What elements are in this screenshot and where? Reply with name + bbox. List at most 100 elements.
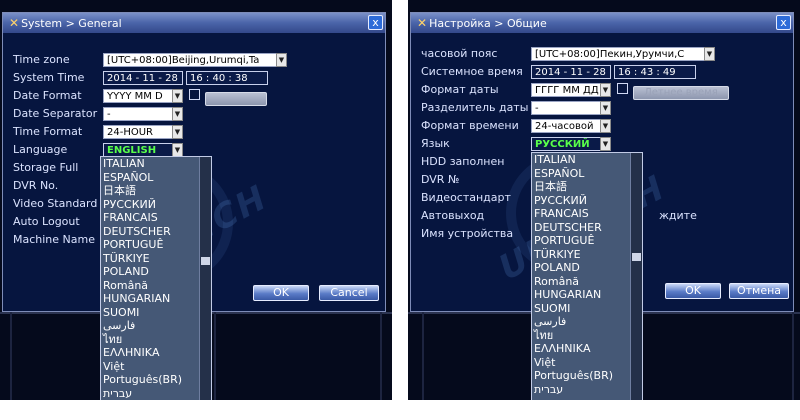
language-option[interactable]: ITALIAN [101, 157, 211, 171]
scrollbar-thumb[interactable] [201, 257, 210, 265]
language-option[interactable]: Việt [532, 356, 642, 370]
language-option[interactable]: ΕΛΛΗΝΙΚΑ [101, 346, 211, 360]
language-option[interactable]: עברית [101, 387, 211, 401]
language-option[interactable]: POLAND [101, 265, 211, 279]
close-icon[interactable]: x [368, 15, 383, 30]
scrollbar[interactable] [630, 153, 642, 400]
scrollbar-thumb[interactable] [632, 253, 641, 261]
grid-line [422, 312, 424, 400]
language-option[interactable]: فارسی [101, 319, 211, 333]
language-option[interactable]: PORTUGUÊ [532, 234, 642, 248]
title-bar: ✕ Настройка > Общие [411, 13, 793, 33]
dst-button[interactable] [205, 92, 267, 106]
row-language: Язык РУССКИЙ ▼ [421, 136, 791, 152]
label-video-standard: Video Standard [13, 197, 98, 210]
cancel-button[interactable]: Отмена [729, 283, 789, 299]
time-format-select[interactable]: 24-часовой [531, 119, 601, 133]
language-option[interactable]: ESPAÑOL [101, 171, 211, 185]
language-option[interactable]: فارسی [532, 315, 642, 329]
time-format-select[interactable]: 24-HOUR [103, 125, 173, 139]
label-time-zone: часовой пояс [421, 47, 498, 60]
language-option[interactable]: ไทย [101, 333, 211, 347]
language-option[interactable]: Română [101, 279, 211, 293]
row-time-format: Формат времени 24-часовой ▼ [421, 118, 791, 134]
row-date-separator: Date Separator - ▼ [13, 106, 383, 122]
timezone-select[interactable]: [UTC+08:00]Пекин,Урумчи,С [531, 47, 705, 61]
language-option[interactable]: SUOMI [101, 306, 211, 320]
row-date-separator: Разделитель даты - ▼ [421, 100, 791, 116]
language-option[interactable]: POLAND [532, 261, 642, 275]
language-option[interactable]: FRANCAIS [101, 211, 211, 225]
label-storage-full: Storage Full [13, 161, 79, 174]
language-option[interactable]: Română [532, 275, 642, 289]
dropdown-arrow-icon[interactable]: ▼ [172, 89, 183, 103]
date-separator-select[interactable]: - [531, 101, 601, 115]
label-system-time: Системное время [421, 65, 523, 78]
language-option[interactable]: ΕΛΛΗΝΙΚΑ [532, 342, 642, 356]
label-date-separator: Date Separator [13, 107, 98, 120]
row-system-time: Системное время 2014 - 11 - 28 16 : 43 :… [421, 64, 791, 80]
cancel-button[interactable]: Cancel [319, 285, 379, 301]
language-select[interactable]: РУССКИЙ [531, 137, 601, 151]
time-field[interactable]: 16 : 43 : 49 [614, 65, 696, 79]
dropdown-arrow-icon[interactable]: ▼ [172, 107, 183, 121]
close-icon[interactable]: x [776, 15, 791, 30]
label-machine-name: Имя устройства [421, 227, 514, 240]
language-option[interactable]: 日本語 [101, 184, 211, 198]
language-option[interactable]: SUOMI [532, 302, 642, 316]
language-option[interactable]: ไทย [532, 329, 642, 343]
language-select[interactable]: ENGLISH [103, 143, 173, 157]
label-machine-name: Machine Name [13, 233, 95, 246]
dst-checkbox[interactable] [617, 83, 628, 94]
dst-checkbox[interactable] [189, 89, 200, 100]
language-option[interactable]: HUNGARIAN [532, 288, 642, 302]
scrollbar[interactable] [199, 157, 211, 400]
row-time-format: Time Format 24-HOUR ▼ [13, 124, 383, 140]
date-format-select[interactable]: YYYY MM D [103, 89, 173, 103]
language-option[interactable]: РУССКИЙ [101, 198, 211, 212]
grid-line [214, 312, 216, 400]
language-option[interactable]: Português(BR) [101, 373, 211, 387]
language-option[interactable]: DEUTSCHER [532, 221, 642, 235]
language-dropdown-list[interactable]: ITALIAN ESPAÑOL 日本語 РУССКИЙ FRANCAIS DEUTSCHE… [100, 156, 212, 400]
dropdown-arrow-icon[interactable]: ▼ [600, 83, 611, 97]
dropdown-arrow-icon[interactable]: ▼ [704, 47, 715, 61]
label-date-format: Date Format [13, 89, 82, 102]
grid-line [792, 312, 794, 400]
language-option[interactable]: РУССКИЙ [532, 194, 642, 208]
label-auto-logout: Auto Logout [13, 215, 80, 228]
grid-line [380, 312, 382, 400]
dropdown-arrow-icon[interactable]: ▼ [172, 125, 183, 139]
date-field[interactable]: 2014 - 11 - 28 [103, 71, 183, 85]
date-format-select[interactable]: ГГГГ ММ ДД [531, 83, 601, 97]
language-option[interactable]: TÜRKIYE [101, 252, 211, 266]
language-option[interactable]: DEUTSCHER [101, 225, 211, 239]
language-option[interactable]: ESPAÑOL [532, 167, 642, 181]
dropdown-arrow-icon[interactable]: ▼ [276, 53, 287, 67]
language-option[interactable]: HUNGARIAN [101, 292, 211, 306]
dropdown-arrow-icon[interactable]: ▼ [600, 119, 611, 133]
ok-button[interactable]: OK [253, 285, 309, 301]
dropdown-arrow-icon[interactable]: ▼ [172, 143, 183, 157]
label-time-format: Формат времени [421, 119, 519, 132]
date-separator-select[interactable]: - [103, 107, 173, 121]
language-option[interactable]: PORTUGUÊ [101, 238, 211, 252]
language-option[interactable]: FRANCAIS [532, 207, 642, 221]
dropdown-arrow-icon[interactable]: ▼ [600, 137, 611, 151]
settings-panel-russian: ✕Настройка > Общие x UNITECH часовой поя… [408, 0, 800, 400]
settings-panel-english: ✕System > General x UNITECH Time zone [U… [0, 0, 392, 400]
language-option[interactable]: 日本語 [532, 180, 642, 194]
language-option[interactable]: עברית [532, 383, 642, 397]
ok-button[interactable]: OK [665, 283, 721, 299]
dst-button[interactable]: Летнее время [633, 86, 729, 100]
language-option[interactable]: ITALIAN [532, 153, 642, 167]
date-field[interactable]: 2014 - 11 - 28 [531, 65, 611, 79]
language-dropdown-list[interactable]: ITALIAN ESPAÑOL 日本語 РУССКИЙ FRANCAIS DEUTSCHE… [531, 152, 643, 400]
label-language: Language [13, 143, 68, 156]
language-option[interactable]: TÜRKIYE [532, 248, 642, 262]
dropdown-arrow-icon[interactable]: ▼ [600, 101, 611, 115]
language-option[interactable]: Português(BR) [532, 369, 642, 383]
language-option[interactable]: Việt [101, 360, 211, 374]
time-field[interactable]: 16 : 40 : 38 [186, 71, 268, 85]
timezone-select[interactable]: [UTC+08:00]Beijing,Urumqi,Ta [103, 53, 277, 67]
